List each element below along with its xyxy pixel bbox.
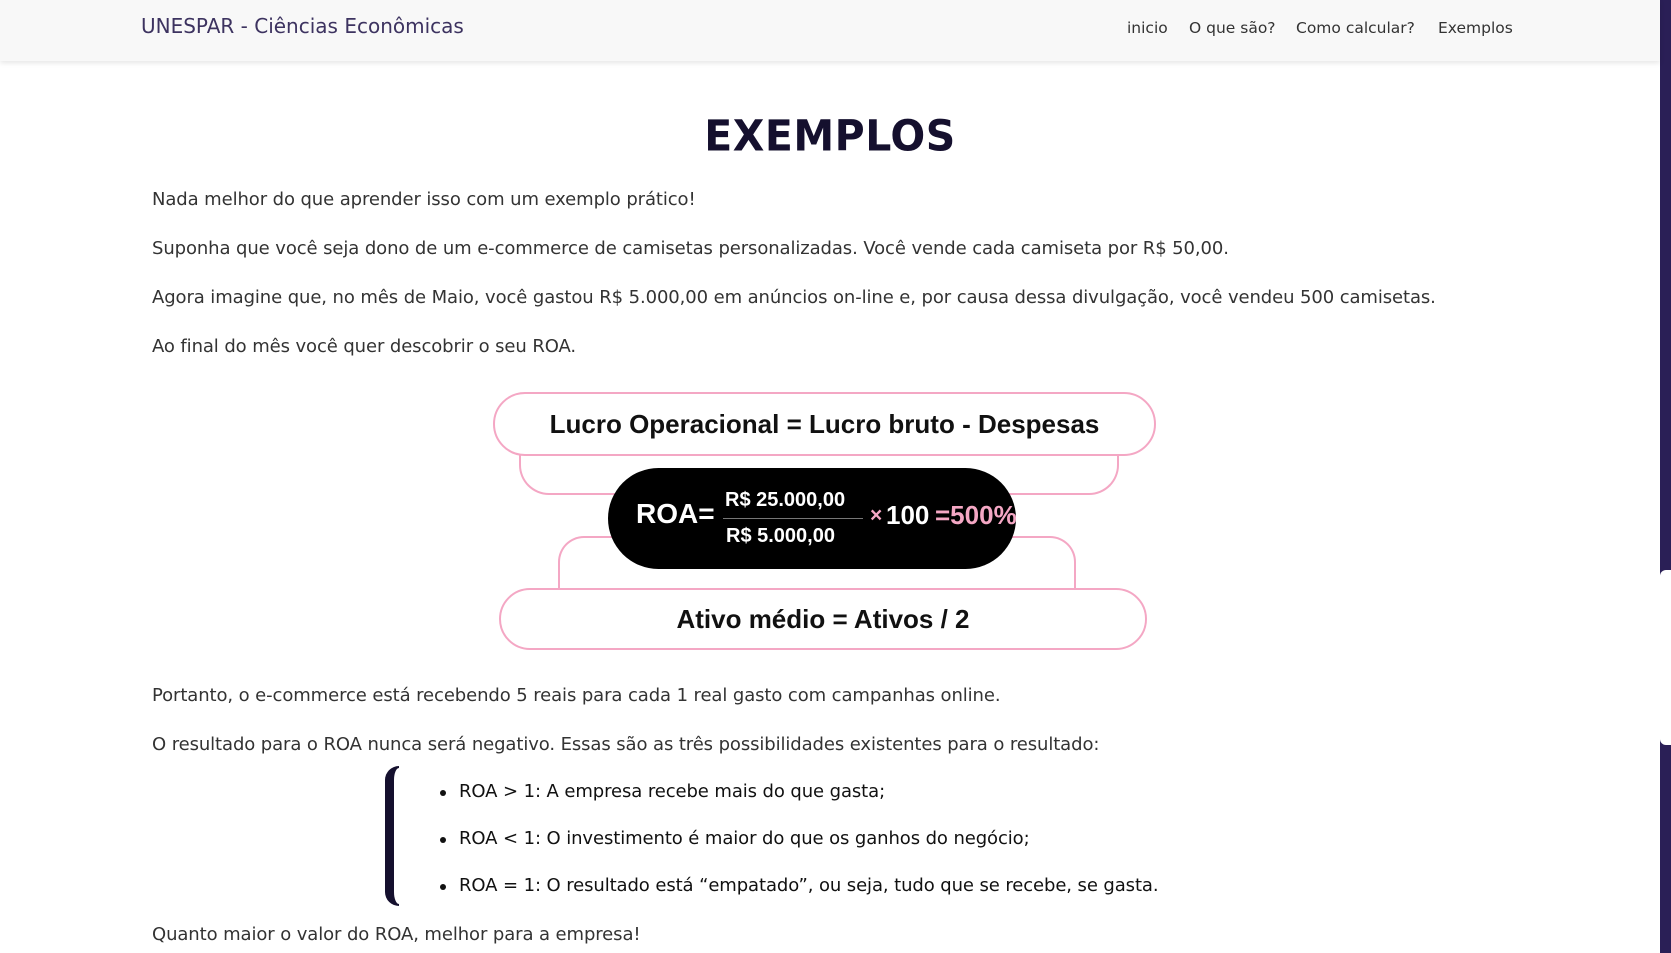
multiplier-value: 100 (886, 500, 930, 530)
nav-link-como-calcular[interactable]: Como calcular? (1296, 19, 1415, 37)
nav-link-inicio[interactable]: inicio (1127, 19, 1168, 37)
bullet-dot (440, 837, 446, 843)
list-item-text: ROA < 1: O investimento é maior do que o… (459, 828, 1030, 849)
nav-link-exemplos[interactable]: Exemplos (1438, 19, 1513, 37)
roa-calculation: ROA= R$ 25.000,00 R$ 5.000,00 × 100 =500… (608, 468, 1017, 569)
roa-formula-diagram: Lucro Operacional = Lucro bruto - Despes… (490, 389, 1160, 654)
roa-denominator: R$ 5.000,00 (726, 525, 835, 547)
intro-paragraph-4: Ao final do mês você quer descobrir o se… (152, 336, 577, 357)
bullet-dot (440, 790, 446, 796)
conclusion-paragraph: Portanto, o e-commerce está recebendo 5 … (152, 685, 1001, 706)
top-navbar: UNESPAR - Ciências Econômicas inicio O q… (0, 0, 1660, 61)
intro-paragraph-1: Nada melhor do que aprender isso com um … (152, 189, 696, 210)
intro-paragraph-3: Agora imagine que, no mês de Maio, você … (152, 287, 1436, 308)
closing-paragraph: Quanto maior o valor do ROA, melhor para… (152, 924, 641, 945)
fraction-line (723, 518, 863, 519)
list-item-text: ROA = 1: O resultado está “empatado”, ou… (459, 875, 1159, 896)
intro-paragraph-2: Suponha que você seja dono de um e-comme… (152, 238, 1229, 259)
average-assets-formula: Ativo médio = Ativos / 2 (499, 588, 1147, 650)
operating-profit-formula: Lucro Operacional = Lucro bruto - Despes… (493, 392, 1156, 456)
nav-links: inicio O que são? Como calcular? Exemplo… (0, 19, 1660, 43)
average-assets-text: Ativo médio = Ativos / 2 (676, 603, 970, 634)
times-sign: × (870, 504, 883, 527)
possibilities-paragraph: O resultado para o ROA nunca será negati… (152, 734, 1100, 755)
list-bracket (385, 766, 399, 906)
side-scroll-track (1660, 0, 1671, 953)
roa-numerator: R$ 25.000,00 (725, 489, 846, 511)
roa-result: =500% (935, 500, 1017, 530)
side-scroll-handle[interactable] (1660, 570, 1671, 745)
roa-label: ROA= (636, 498, 715, 529)
list-item-text: ROA > 1: A empresa recebe mais do que ga… (459, 781, 886, 802)
nav-link-o-que-sao[interactable]: O que são? (1189, 19, 1276, 37)
operating-profit-text: Lucro Operacional = Lucro bruto - Despes… (549, 408, 1100, 439)
bullet-dot (440, 884, 446, 890)
page-title: EXEMPLOS (704, 110, 956, 162)
